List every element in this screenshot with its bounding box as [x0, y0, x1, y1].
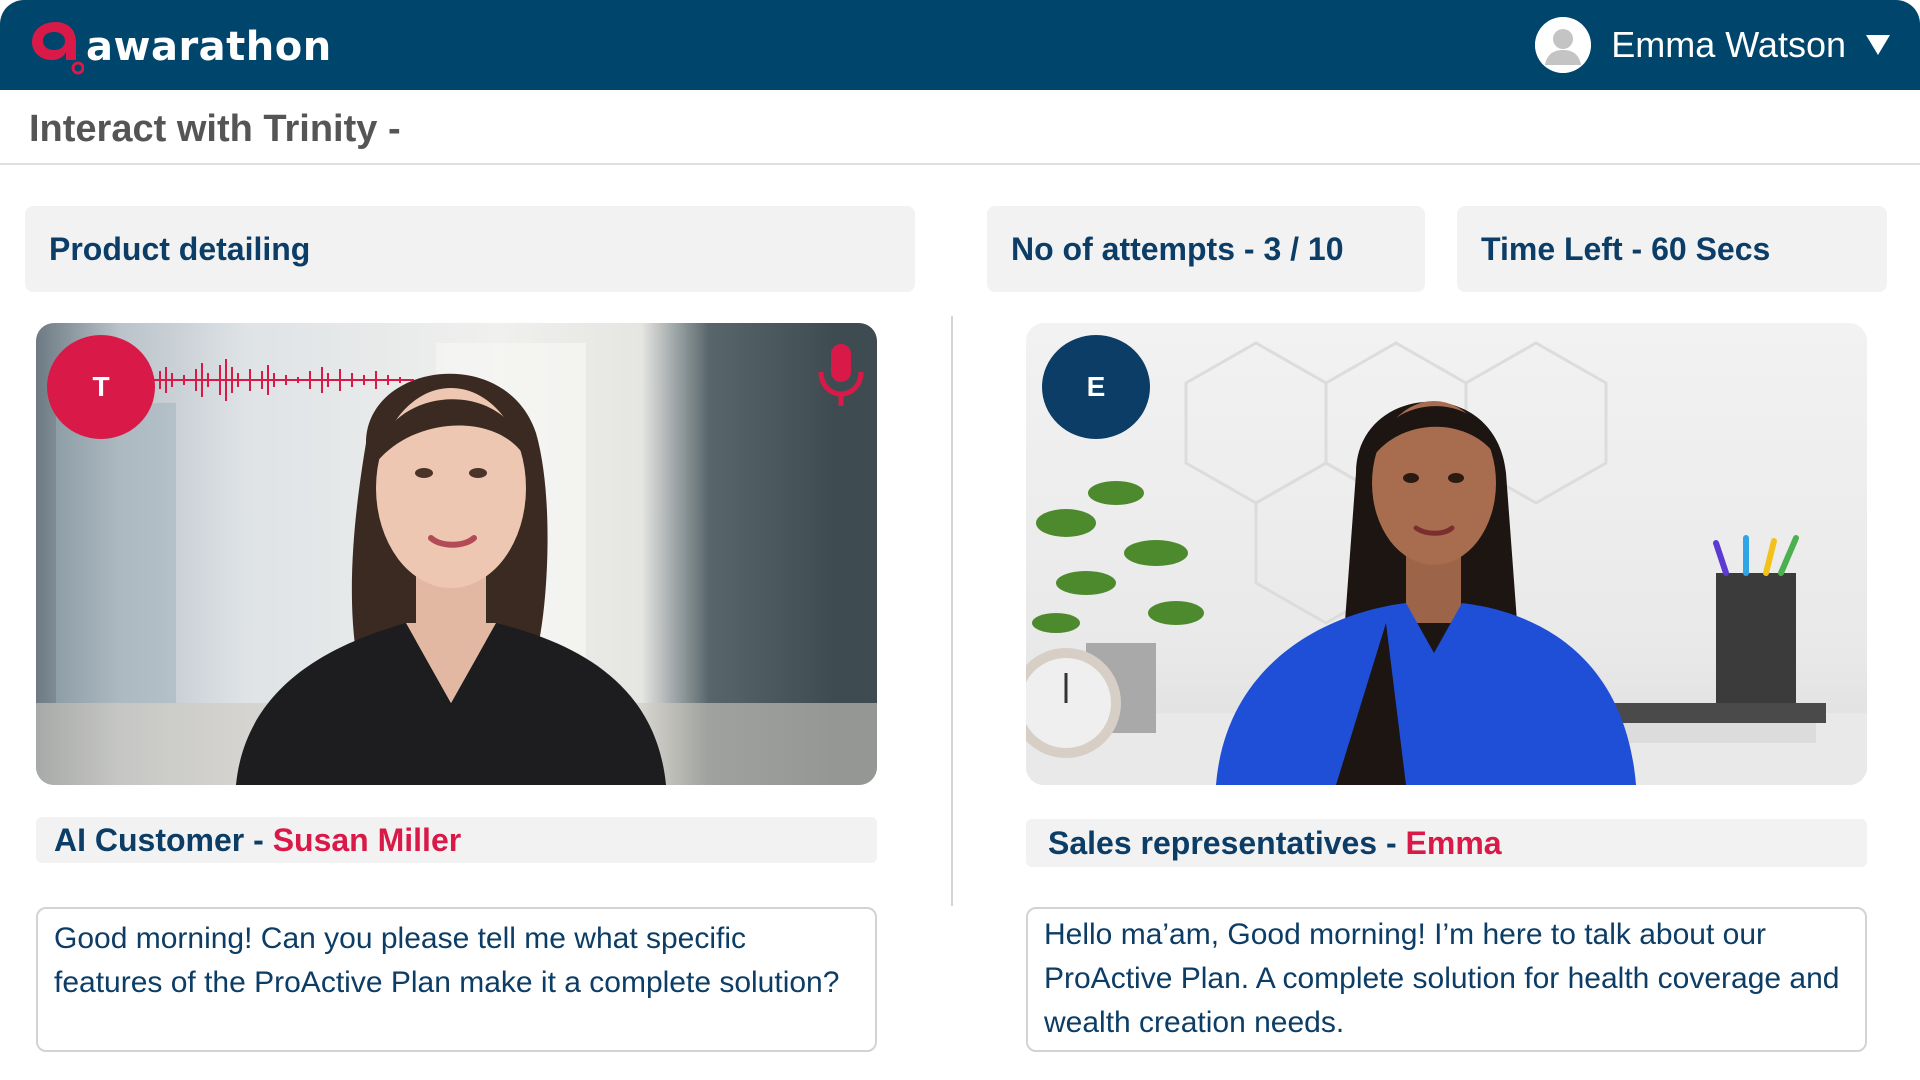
- ai-customer-name: Susan Miller: [272, 821, 462, 858]
- sales-rep-caption: Sales representatives - Emma: [1026, 819, 1867, 867]
- time-left-label: Time Left - 60 Secs: [1481, 230, 1771, 267]
- attempts-box: No of attempts - 3 / 10: [987, 206, 1425, 292]
- user-message-box: Hello ma’am, Good morning! I’m here to t…: [1026, 907, 1867, 1052]
- page-title: Interact with Trinity -: [29, 108, 401, 150]
- ai-customer-caption: AI Customer - Susan Miller: [36, 817, 877, 863]
- session-mode-label: Product detailing: [49, 230, 311, 267]
- microphone-icon[interactable]: [817, 344, 865, 408]
- time-left-box: Time Left - 60 Secs: [1457, 206, 1887, 292]
- brand-logo[interactable]: awarathon: [26, 14, 332, 76]
- panel-divider: [951, 316, 953, 906]
- user-avatar-icon: [1535, 17, 1592, 73]
- user-name: Emma Watson: [1611, 24, 1846, 65]
- ai-message-box: Good morning! Can you please tell me wha…: [36, 907, 877, 1052]
- session-mode-box: Product detailing: [25, 206, 915, 292]
- waveform-icon: [152, 359, 414, 401]
- sales-rep-camera-image: [1026, 341, 1867, 785]
- logo-icon: [32, 22, 84, 75]
- ai-message-text: Good morning! Can you please tell me wha…: [54, 922, 840, 999]
- brand-name: awarathon: [86, 24, 332, 70]
- sales-rep-video: [1026, 323, 1867, 785]
- attempts-label: No of attempts - 3 / 10: [1011, 230, 1344, 267]
- dropdown-caret-icon[interactable]: [1866, 35, 1890, 55]
- user-initial: E: [1086, 371, 1106, 402]
- header-divider: [0, 163, 1920, 165]
- ai-initial: T: [92, 371, 110, 402]
- user-menu[interactable]: Emma Watson: [1535, 16, 1890, 74]
- ai-role-label: AI Customer -: [54, 821, 264, 858]
- user-message-text: Hello ma’am, Good morning! I’m here to t…: [1044, 918, 1840, 1039]
- top-navigation-bar: awarathon Emma Watson: [0, 0, 1920, 90]
- user-initial-badge: E: [1042, 335, 1150, 439]
- user-role-label: Sales representatives -: [1048, 824, 1397, 861]
- ai-initial-badge: T: [47, 335, 155, 439]
- sales-rep-name: Emma: [1405, 824, 1502, 861]
